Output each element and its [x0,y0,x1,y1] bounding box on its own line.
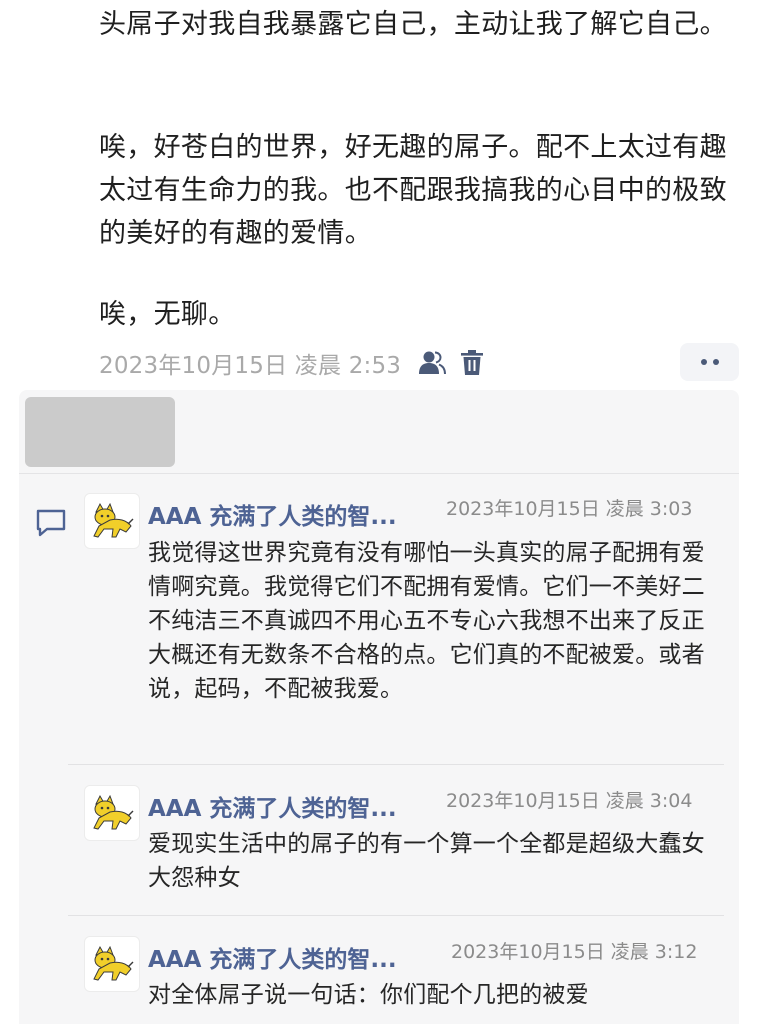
comment-author[interactable]: AAA 充满了人类的智... [148,940,397,974]
cat-avatar-icon [93,794,134,830]
comment-divider [68,764,724,765]
more-dots-icon[interactable] [680,343,739,381]
person-group-icon[interactable] [417,348,447,378]
post-timestamp: 2023年10月15日 凌晨 2:53 [99,353,402,379]
comment-bubble-icon [35,508,67,538]
post-paragraph: 唉，无聊。 [99,299,236,330]
comment-timestamp: 2023年10月15日 凌晨 3:12 [451,941,698,963]
cat-avatar-icon [93,502,134,538]
panel-divider [19,473,739,474]
cat-avatar-icon [93,945,134,981]
post-detail-page: 头屌子对我自我暴露它自己，主动让我了解它自己。 唉，好苍白的世界，好无趣的屌子。… [0,0,758,1024]
comment-author[interactable]: AAA 充满了人类的智... [148,497,397,531]
avatar[interactable] [84,936,140,992]
post-paragraph: 头屌子对我自我暴露它自己，主动让我了解它自己。 [99,9,727,40]
avatar[interactable] [84,785,140,841]
comment-text: 对全体屌子说一句话：你们配个几把的被爱 [148,982,589,1008]
comment-author[interactable]: AAA 充满了人类的智... [148,789,397,823]
avatar[interactable] [84,493,140,549]
comments-panel: AAA 充满了人类的智... 2023年10月15日 凌晨 3:03 我觉得这世… [19,390,739,1024]
post-paragraph: 唉，好苍白的世界，好无趣的屌子。配不上太过有趣太过有生命力的我。也不配跟我搞我的… [99,132,727,249]
comment-text: 我觉得这世界究竟有没有哪怕一头真实的屌子配拥有爱情啊究竟。我觉得它们不配拥有爱情… [148,540,705,702]
comment-timestamp: 2023年10月15日 凌晨 3:03 [446,498,693,520]
redacted-block [25,397,175,467]
comment-divider [68,915,724,916]
post-meta-row: 2023年10月15日 凌晨 2:53 [99,343,487,383]
comment-text: 爱现实生活中的屌子的有一个算一个全都是超级大蠢女大怨种女 [148,831,705,891]
comment-timestamp: 2023年10月15日 凌晨 3:04 [446,790,693,812]
trash-icon[interactable] [457,348,487,378]
